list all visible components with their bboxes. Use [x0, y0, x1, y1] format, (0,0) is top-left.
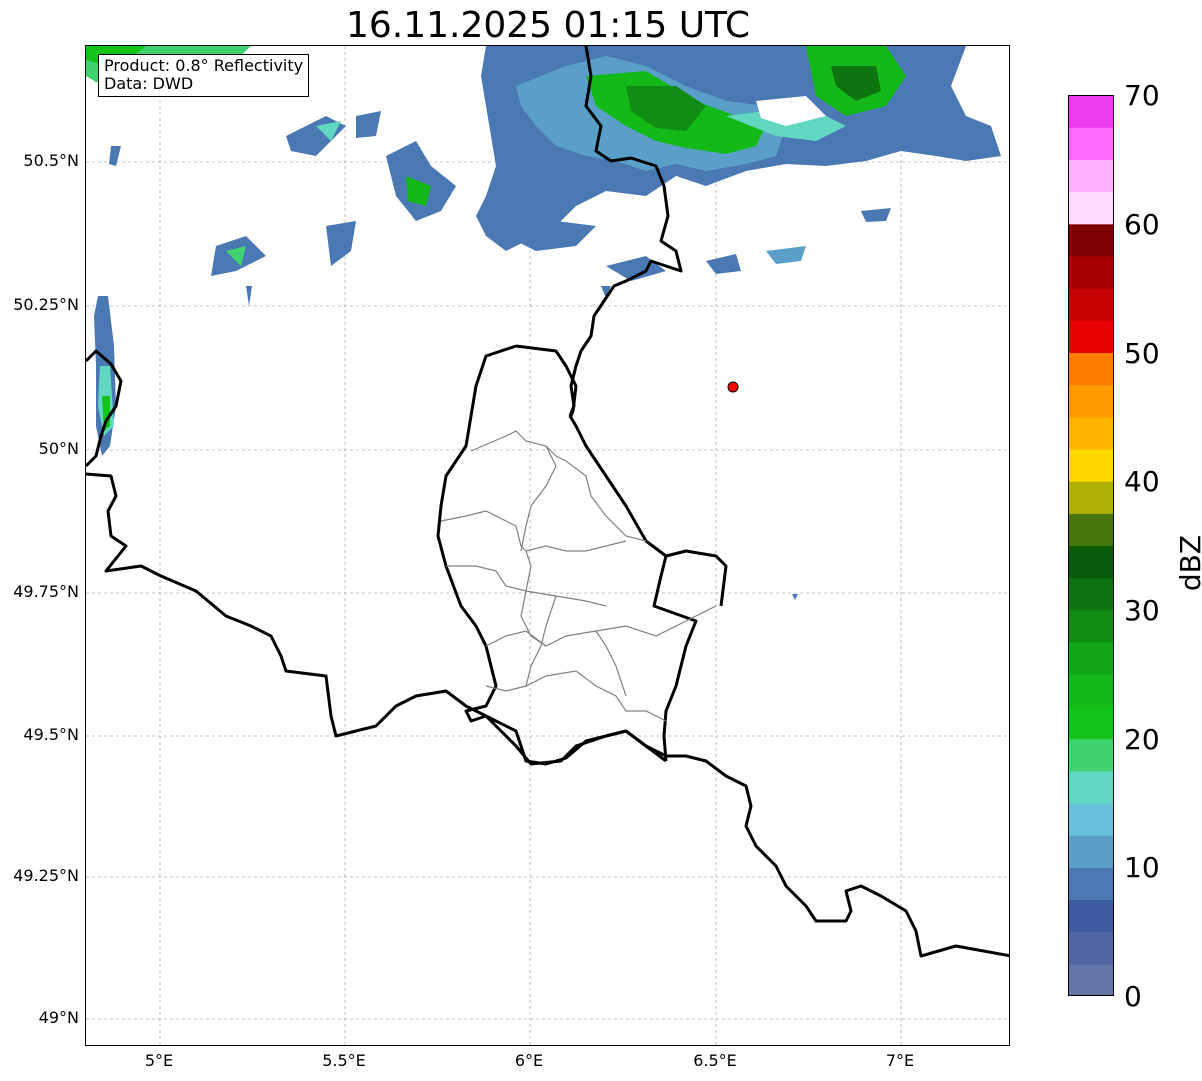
lat-label: 50.5°N: [23, 151, 79, 170]
lon-label: 6°E: [514, 1051, 544, 1070]
colorbar-swatch: [1068, 95, 1114, 128]
colorbar-swatch: [1068, 738, 1114, 772]
colorbar-tick: 0: [1124, 980, 1142, 1013]
colorbar-swatch: [1068, 577, 1114, 611]
lat-label: 49°N: [38, 1008, 79, 1027]
colorbar-swatch: [1068, 867, 1114, 901]
lat-label: 49.5°N: [23, 725, 79, 744]
colorbar-swatch: [1068, 899, 1114, 933]
colorbar-tick: 10: [1124, 851, 1160, 884]
colorbar-tick: 70: [1124, 79, 1160, 112]
colorbar-swatch: [1068, 288, 1114, 321]
colorbar-swatch: [1068, 513, 1114, 547]
lat-label: 50°N: [38, 439, 79, 458]
colorbar-swatches: [1068, 95, 1114, 996]
info-box: Product: 0.8° Reflectivity Data: DWD: [98, 54, 310, 97]
map-title: 16.11.2025 01:15 UTC: [345, 5, 751, 46]
colorbar-tick: 40: [1124, 465, 1160, 498]
colorbar-swatch: [1068, 352, 1114, 386]
product-label: Product: 0.8° Reflectivity: [104, 56, 304, 75]
colorbar-swatch: [1068, 963, 1114, 996]
colorbar-swatch: [1068, 384, 1114, 418]
colorbar-swatch: [1068, 159, 1114, 193]
colorbar-unit: dBZ: [1174, 534, 1202, 592]
colorbar-swatch: [1068, 448, 1114, 482]
colorbar: [1068, 95, 1114, 996]
lon-label: 7°E: [885, 1051, 915, 1070]
radar-map[interactable]: [85, 45, 1010, 1046]
colorbar-swatch: [1068, 191, 1114, 225]
colorbar-swatch: [1068, 706, 1114, 740]
colorbar-swatch: [1068, 931, 1114, 965]
colorbar-tick: 20: [1124, 723, 1160, 756]
colorbar-swatch: [1068, 416, 1114, 450]
colorbar-swatch: [1068, 642, 1114, 675]
site-marker[interactable]: [727, 381, 739, 393]
lon-label: 5.5°E: [322, 1051, 366, 1070]
colorbar-swatch: [1068, 127, 1114, 160]
colorbar-tick: 60: [1124, 208, 1160, 241]
lat-label: 49.25°N: [13, 866, 79, 885]
region-borders: [440, 430, 717, 722]
colorbar-swatch: [1068, 674, 1114, 707]
colorbar-swatch: [1068, 255, 1114, 289]
colorbar-tick: 30: [1124, 594, 1160, 627]
data-source-label: Data: DWD: [104, 74, 194, 93]
colorbar-swatch: [1068, 835, 1114, 868]
lon-label: 5°E: [144, 1051, 174, 1070]
colorbar-swatch: [1068, 545, 1114, 579]
colorbar-tick: 50: [1124, 337, 1160, 370]
colorbar-swatch: [1068, 223, 1114, 257]
lat-label: 49.75°N: [13, 582, 79, 601]
radar-echoes: [86, 46, 1001, 600]
colorbar-swatch: [1068, 481, 1114, 514]
colorbar-swatch: [1068, 802, 1114, 836]
colorbar-swatch: [1068, 320, 1114, 354]
colorbar-swatch: [1068, 770, 1114, 804]
colorbar-swatch: [1068, 609, 1114, 643]
lat-label: 50.25°N: [13, 295, 79, 314]
lon-label: 6.5°E: [693, 1051, 737, 1070]
map-canvas: [86, 46, 1009, 1045]
